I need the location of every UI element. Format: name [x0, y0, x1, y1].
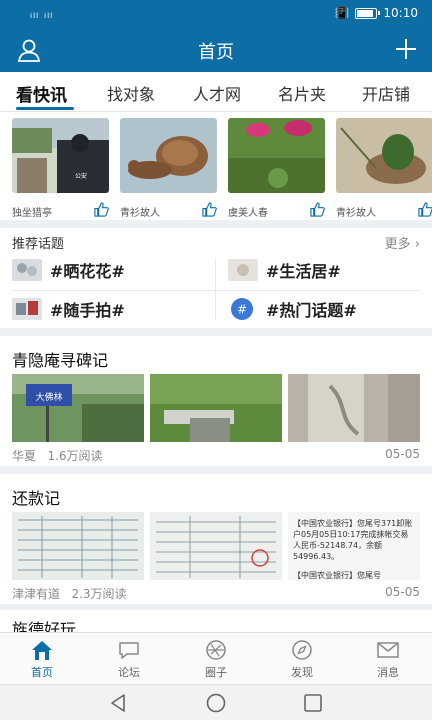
tab-news[interactable]: 看快讯	[16, 81, 67, 106]
post-photo	[12, 512, 144, 580]
news-photo	[336, 118, 432, 193]
clock: 10:10	[383, 6, 418, 20]
topic-item[interactable]: # #热门话题#	[228, 296, 357, 322]
topic-item[interactable]: #晒花花#	[12, 257, 125, 283]
news-photo: 公安	[12, 118, 109, 193]
divider	[215, 258, 216, 320]
topic-thumbnail	[228, 259, 258, 281]
post-title: 青隐庵寻碑记	[12, 351, 109, 370]
thumbs-up-icon[interactable]	[418, 202, 432, 217]
nav-forum[interactable]: 论坛	[99, 639, 159, 680]
svg-text:#: #	[237, 303, 247, 317]
quick-news-card[interactable]: 青衫故人	[120, 118, 217, 222]
post-date: 05-05	[385, 585, 420, 599]
quick-news-row: 公安 独坐猎亭 青衫故人 虞美人春 青衫故人	[0, 112, 432, 220]
active-tab-indicator	[16, 107, 74, 110]
author-name: 独坐猎亭	[12, 208, 52, 219]
post-card[interactable]: 青隐庵寻碑记 大佛林 华夏 1.6万阅读 05-05	[0, 336, 432, 466]
divider	[12, 290, 420, 291]
nav-circle[interactable]: 圈子	[186, 639, 246, 680]
signal-indicator: ᵢₗₗ ᵢₗₗ	[30, 7, 54, 21]
hashtag-icon: #	[231, 298, 253, 320]
svg-text:公安: 公安	[75, 172, 87, 180]
quick-news-card[interactable]: 虞美人春	[228, 118, 325, 222]
back-icon[interactable]	[108, 693, 130, 713]
battery-icon	[355, 7, 381, 19]
thumbs-up-icon[interactable]	[310, 202, 325, 217]
recent-apps-icon[interactable]	[302, 693, 324, 713]
plus-icon[interactable]	[394, 37, 418, 61]
news-photo	[120, 118, 217, 193]
topic-item[interactable]: #生活居#	[228, 257, 341, 283]
bottom-navigation: 首页 论坛 圈子 发现 消息	[0, 632, 432, 684]
post-date: 05-05	[385, 447, 420, 461]
mail-icon	[377, 642, 399, 658]
post-photo	[288, 374, 420, 442]
topic-item[interactable]: #随手拍#	[12, 296, 125, 322]
post-photo: 大佛林	[12, 374, 144, 442]
quick-news-card[interactable]: 公安 独坐猎亭	[12, 118, 109, 222]
author-name: 虞美人春	[228, 208, 268, 219]
aperture-icon	[206, 640, 226, 660]
nav-home[interactable]: 首页	[12, 639, 72, 680]
post-meta: 华夏 1.6万阅读	[12, 449, 103, 463]
thumbs-up-icon[interactable]	[202, 202, 217, 217]
post-card[interactable]: 旌德好玩	[0, 610, 432, 639]
page-title: 首页	[198, 42, 234, 63]
status-bar: ᵢₗₗ ᵢₗₗ 📳 10:10	[0, 0, 432, 28]
post-photo	[150, 374, 282, 442]
section-title: 推荐话题	[12, 237, 65, 252]
news-photo	[228, 118, 325, 193]
quick-news-card[interactable]: 青衫故人	[336, 118, 432, 222]
home-icon	[32, 641, 52, 660]
author-name: 青衫故人	[336, 208, 376, 219]
post-photo: 【中国农业银行】您尾号371卸账户05月05日10:17完成抹帐交易人民币-52…	[288, 512, 420, 580]
recommended-topics: 推荐话题 更多 › #晒花花# #生活居# #随手拍# # #热门话题#	[0, 228, 432, 328]
topic-thumbnail	[12, 259, 42, 281]
post-photo	[150, 512, 282, 580]
home-circle-icon[interactable]	[205, 693, 227, 713]
post-meta: 津津有道 2.3万阅读	[12, 587, 127, 601]
nav-messages[interactable]: 消息	[358, 639, 418, 680]
tab-dating[interactable]: 找对象	[107, 81, 155, 105]
nav-discover[interactable]: 发现	[272, 639, 332, 680]
tab-jobs[interactable]: 人才网	[193, 81, 241, 105]
svg-text:大佛林: 大佛林	[35, 391, 62, 403]
system-navigation-bar	[0, 684, 432, 720]
tab-shop[interactable]: 开店铺	[362, 81, 410, 105]
author-name: 青衫故人	[120, 208, 160, 219]
thumbs-up-icon[interactable]	[94, 202, 109, 217]
compass-icon	[292, 640, 312, 660]
app-header: 首页	[0, 28, 432, 72]
vibrate-icon: 📳	[334, 6, 350, 20]
chat-bubble-icon	[119, 642, 139, 659]
more-link[interactable]: 更多 ›	[385, 233, 420, 252]
channel-tabs: 看快讯 找对象 人才网 名片夹 开店铺	[0, 72, 432, 112]
post-title: 还款记	[12, 489, 61, 508]
post-card[interactable]: 还款记 【中国农业银行】您尾号371卸账户05月05日10:17完成抹帐交易人民…	[0, 474, 432, 604]
topic-thumbnail	[12, 298, 42, 320]
tab-cards[interactable]: 名片夹	[278, 81, 326, 105]
